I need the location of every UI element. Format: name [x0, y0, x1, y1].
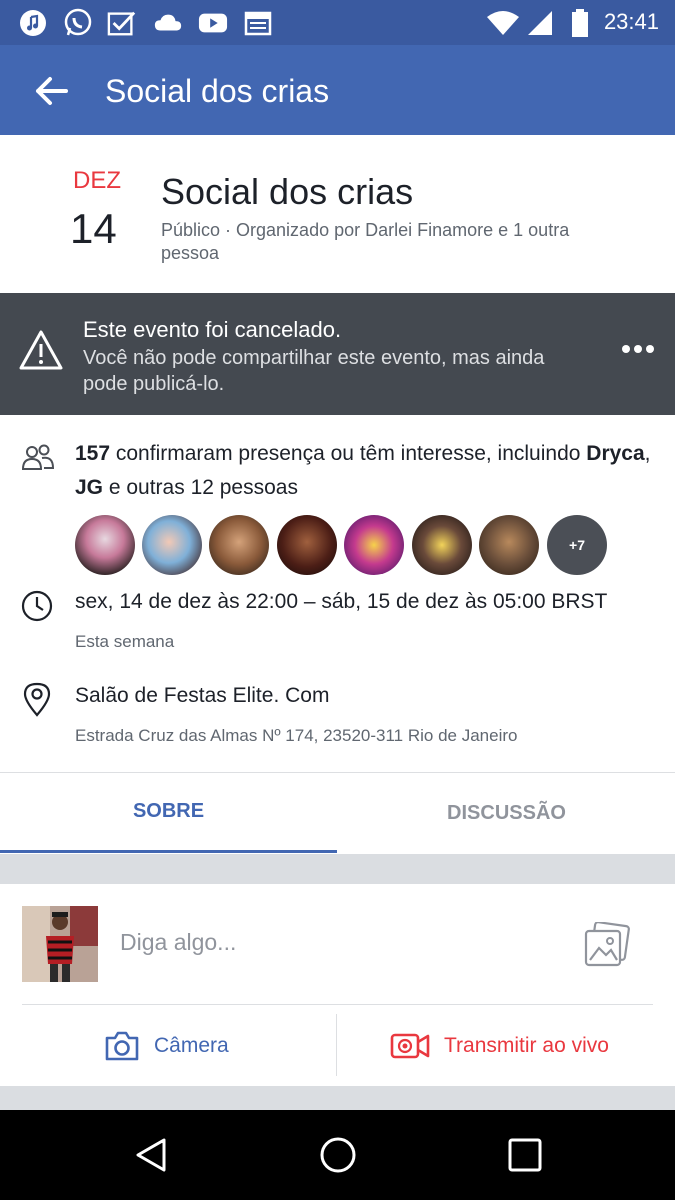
warning-icon — [18, 329, 64, 371]
camera-button[interactable]: Câmera — [104, 1024, 229, 1068]
avatar[interactable] — [142, 515, 202, 575]
event-datetime-sub: Esta semana — [75, 632, 175, 651]
camera-icon — [105, 1031, 139, 1061]
wifi-icon — [485, 8, 521, 38]
more-options-icon[interactable] — [618, 339, 658, 359]
attendance-text[interactable]: 157 confirmaram presença ou têm interess… — [75, 437, 655, 505]
nav-back-icon[interactable] — [132, 1135, 172, 1175]
live-video-icon — [390, 1033, 430, 1059]
live-label: Transmitir ao vivo — [444, 1034, 609, 1057]
event-header: DEZ 14 Social dos crias Público · Organi… — [0, 135, 675, 293]
system-nav-bar — [0, 1110, 675, 1200]
location-pin-icon — [20, 681, 56, 717]
people-icon — [20, 439, 56, 475]
event-info: 157 confirmaram presença ou têm interess… — [0, 415, 675, 772]
back-arrow-icon[interactable] — [32, 71, 72, 111]
event-subtitle[interactable]: Público · Organizado por Darlei Finamore… — [161, 219, 631, 265]
tab-about[interactable]: SOBRE — [0, 773, 337, 853]
event-title: Social dos crias — [161, 171, 414, 212]
cancelled-message: Você não pode compartilhar este evento, … — [83, 347, 545, 395]
avatar[interactable] — [277, 515, 337, 575]
composer-input[interactable]: Diga algo... — [120, 929, 236, 956]
cancelled-title: Este evento foi cancelado. — [83, 317, 342, 342]
app-bar: Social dos crias — [0, 45, 675, 135]
avatar[interactable] — [75, 515, 135, 575]
event-day: 14 — [70, 205, 117, 252]
event-tabs: SOBRE DISCUSSÃO — [0, 772, 675, 854]
whatsapp-icon — [63, 8, 93, 38]
avatar[interactable] — [209, 515, 269, 575]
more-attendees-badge[interactable]: +7 — [547, 515, 607, 575]
photo-gallery-icon[interactable] — [583, 921, 631, 968]
event-datetime[interactable]: sex, 14 de dez às 22:00 – sáb, 15 de dez… — [75, 590, 607, 614]
tab-discussion[interactable]: DISCUSSÃO — [338, 773, 675, 853]
avatar[interactable] — [412, 515, 472, 575]
camera-label: Câmera — [154, 1034, 229, 1057]
location-name[interactable]: Salão de Festas Elite. Com — [75, 684, 329, 708]
signal-icon — [525, 8, 555, 38]
avatar[interactable] — [479, 515, 539, 575]
clock: 23:41 — [603, 9, 659, 34]
cancelled-banner: Este evento foi cancelado. Você não pode… — [0, 293, 675, 415]
go-live-button[interactable]: Transmitir ao vivo — [390, 1024, 609, 1068]
clock-icon — [20, 589, 56, 625]
location-address[interactable]: Estrada Cruz das Almas Nº 174, 23520-311… — [75, 726, 517, 746]
nav-home-icon[interactable] — [318, 1135, 358, 1175]
calendar-icon — [243, 8, 273, 38]
nav-recents-icon[interactable] — [505, 1135, 545, 1175]
divider — [22, 1004, 653, 1005]
section-gap — [0, 1086, 675, 1110]
user-avatar[interactable] — [22, 906, 98, 982]
divider — [336, 1014, 337, 1076]
avatar[interactable] — [344, 515, 404, 575]
event-month: DEZ — [73, 167, 121, 194]
youtube-icon — [198, 8, 228, 38]
battery-icon — [565, 8, 595, 38]
check-box-icon — [107, 8, 137, 38]
app-bar-title: Social dos crias — [105, 73, 330, 109]
status-bar: 23:41 — [0, 0, 675, 45]
cloud-icon — [153, 8, 183, 38]
music-icon — [18, 8, 48, 38]
section-gap — [0, 854, 675, 884]
post-composer: Diga algo... Câmera Transmitir ao vivo — [0, 884, 675, 1086]
